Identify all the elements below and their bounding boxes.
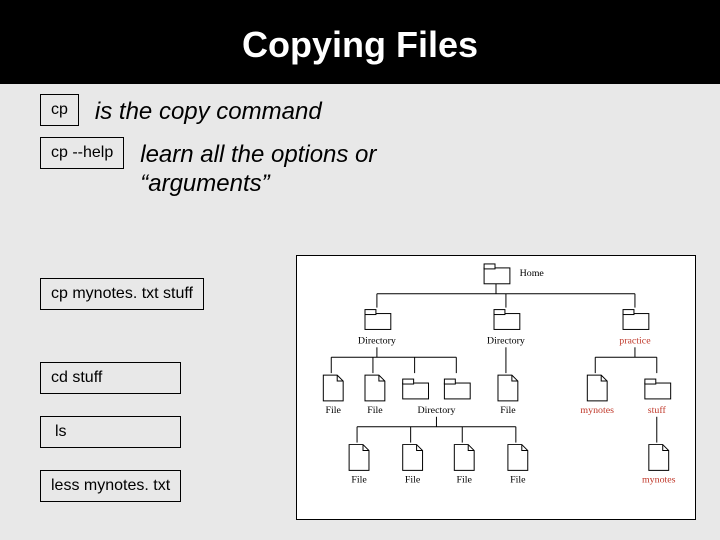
label-dir-l1a: Directory xyxy=(358,335,396,346)
cmd-cp-label: cp xyxy=(51,101,68,118)
label-file-l3d: File xyxy=(510,474,526,485)
cmd-cphelp: cp --help xyxy=(40,137,124,169)
cmd-ls: ls xyxy=(40,416,181,448)
label-dir-l2: Directory xyxy=(417,405,455,416)
cmd-less: less mynotes. txt xyxy=(40,470,181,502)
label-file-l2b: File xyxy=(367,405,383,416)
label-mynotes2: mynotes xyxy=(642,474,676,485)
row-cphelp: cp --help learn all the options or “argu… xyxy=(40,137,690,199)
label-file-l3c: File xyxy=(457,474,473,485)
file-l2b-icon xyxy=(365,375,385,401)
cphelp-description: learn all the options or “arguments” xyxy=(140,137,460,199)
file-l2a-icon xyxy=(323,375,343,401)
folder-l1b-icon xyxy=(494,310,520,330)
tree-svg: Home Directory Directory practice File F… xyxy=(297,256,695,519)
label-file-l2a: File xyxy=(326,405,342,416)
folder-home-icon xyxy=(484,264,510,284)
label-stuff: stuff xyxy=(648,405,667,416)
label-home: Home xyxy=(520,268,545,279)
file-mynotes2-icon xyxy=(649,445,669,471)
left-commands: cd stuff ls less mynotes. txt xyxy=(40,362,181,502)
directory-tree-diagram: Home Directory Directory practice File F… xyxy=(296,255,696,520)
folder-l2d-icon xyxy=(444,379,470,399)
cmd-ls-label: ls xyxy=(55,423,67,440)
file-l3b-icon xyxy=(403,445,423,471)
row-cp: cp is the copy command xyxy=(40,94,690,127)
file-l3c-icon xyxy=(454,445,474,471)
cmd-cp-example: cp mynotes. txt stuff xyxy=(40,278,204,310)
label-dir-l1b: Directory xyxy=(487,335,525,346)
label-file-l3a: File xyxy=(351,474,367,485)
label-file-l3b: File xyxy=(405,474,421,485)
cmd-cp-example-label: cp mynotes. txt stuff xyxy=(51,285,193,302)
file-l3d-icon xyxy=(508,445,528,471)
label-file-l2e: File xyxy=(500,405,516,416)
file-l3a-icon xyxy=(349,445,369,471)
file-l2e-icon xyxy=(498,375,518,401)
file-mynotes-icon xyxy=(587,375,607,401)
label-practice: practice xyxy=(619,335,651,346)
folder-practice-icon xyxy=(623,310,649,330)
cmd-cphelp-label: cp --help xyxy=(51,144,113,161)
cmd-less-label: less mynotes. txt xyxy=(51,477,170,494)
title-text: Copying Files xyxy=(242,24,478,65)
cmd-cp: cp xyxy=(40,94,79,126)
folder-l1a-icon xyxy=(365,310,391,330)
slide-title: Copying Files xyxy=(0,0,720,84)
cp-description: is the copy command xyxy=(95,94,322,127)
cmd-cd-label: cd stuff xyxy=(51,369,102,386)
folder-stuff-icon xyxy=(645,379,671,399)
label-mynotes: mynotes xyxy=(580,405,614,416)
folder-l2c-icon xyxy=(403,379,429,399)
body-area: cp is the copy command cp --help learn a… xyxy=(0,84,720,216)
cmd-cd: cd stuff xyxy=(40,362,181,394)
